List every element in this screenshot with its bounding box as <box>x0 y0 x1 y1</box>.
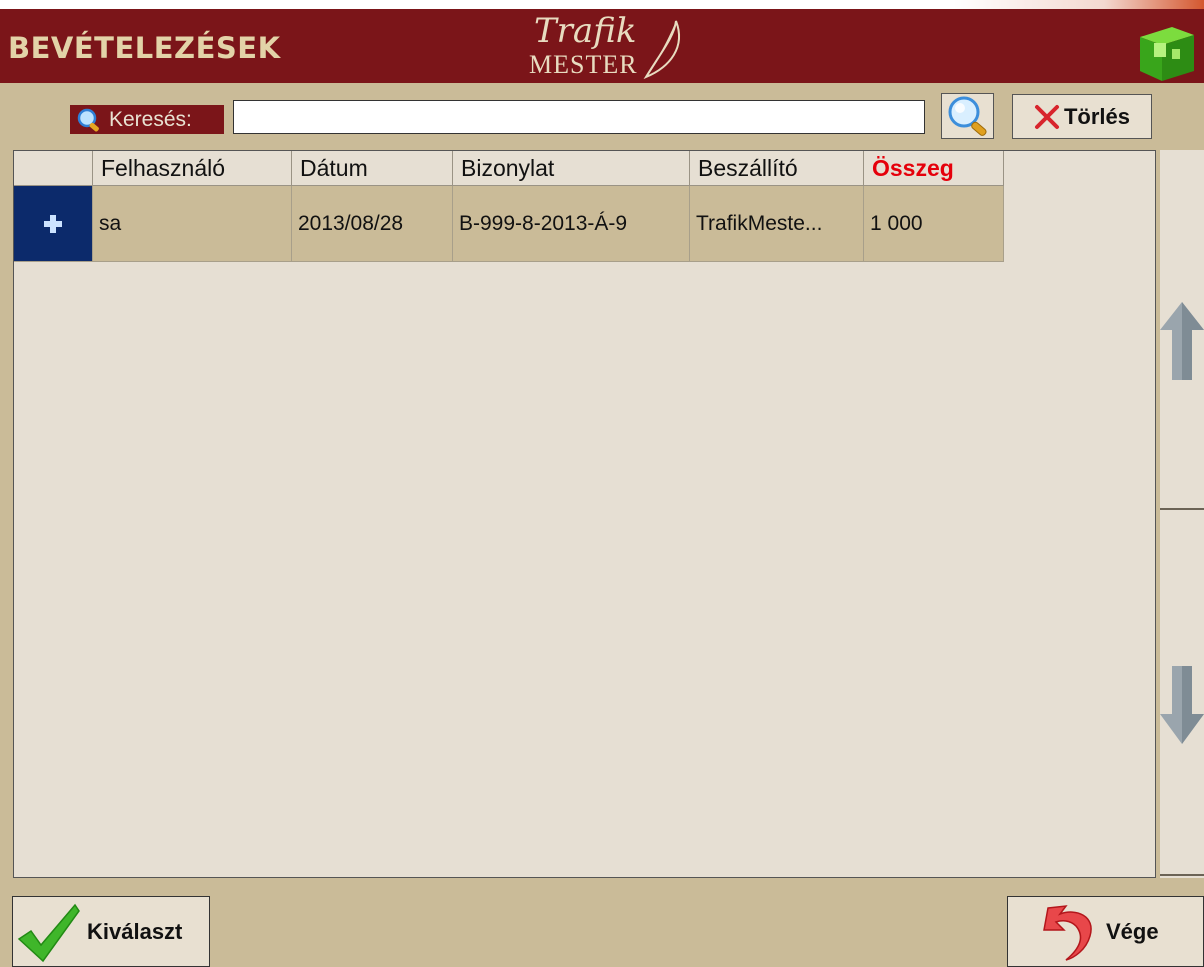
table-header: Felhasználó Dátum Bizonylat Beszállító Ö… <box>14 151 1004 186</box>
column-header-indicator <box>14 151 93 186</box>
search-bar: Keresés: Törlés <box>0 90 1204 146</box>
top-strip <box>0 0 1204 9</box>
red-x-icon <box>1034 104 1059 129</box>
logo-leaf-icon <box>643 20 681 80</box>
trafik-mester-logo: Trafik MESTER <box>520 9 690 83</box>
cell-user[interactable]: sa <box>93 186 292 262</box>
clear-button[interactable]: Törlés <box>1012 94 1152 139</box>
column-header-document[interactable]: Bizonylat <box>453 151 690 186</box>
scroll-separator <box>1160 508 1204 510</box>
column-header-user[interactable]: Felhasználó <box>93 151 292 186</box>
red-back-arrow-icon <box>1043 904 1092 961</box>
end-button-label: Vége <box>1106 918 1159 944</box>
search-label-text: Keresés: <box>109 107 192 131</box>
cell-amount[interactable]: 1 000 <box>864 186 1004 262</box>
select-button-label: Kiválaszt <box>87 918 183 944</box>
receipts-table: Felhasználó Dátum Bizonylat Beszállító Ö… <box>13 150 1156 878</box>
app-window: BEVÉTELEZÉSEK Trafik MESTER Keresés: Tör… <box>0 0 1204 967</box>
scroll-up-arrow-icon[interactable] <box>1160 300 1204 384</box>
cell-supplier[interactable]: TrafikMeste... <box>690 186 864 262</box>
end-button[interactable]: Vége <box>1007 896 1204 967</box>
header-bar: BEVÉTELEZÉSEK Trafik MESTER <box>0 9 1204 83</box>
search-button[interactable] <box>941 93 994 139</box>
plus-icon <box>44 214 62 233</box>
table-row[interactable]: sa 2013/08/28 B-999-8-2013-Á-9 TrafikMes… <box>14 186 1004 262</box>
search-icon <box>77 108 103 132</box>
cell-document[interactable]: B-999-8-2013-Á-9 <box>453 186 690 262</box>
scroll-bottom-edge <box>1160 874 1204 876</box>
page-title: BEVÉTELEZÉSEK <box>8 31 281 65</box>
search-label-box: Keresés: <box>70 105 224 134</box>
cell-date[interactable]: 2013/08/28 <box>292 186 453 262</box>
column-header-supplier[interactable]: Beszállító <box>690 151 864 186</box>
checkmark-icon <box>17 903 80 962</box>
search-input[interactable] <box>233 100 925 134</box>
clear-button-label: Törlés <box>1063 103 1131 129</box>
select-button[interactable]: Kiválaszt <box>12 896 210 967</box>
scroll-down-arrow-icon[interactable] <box>1160 662 1204 746</box>
logo-sub-text: MESTER <box>529 50 638 79</box>
scroll-panel <box>1160 150 1204 878</box>
top-strip-decoration <box>954 0 1204 9</box>
magnifier-icon <box>948 96 987 136</box>
green-cube-icon[interactable] <box>1134 23 1198 88</box>
logo-script-text: Trafik <box>534 11 637 51</box>
column-header-date[interactable]: Dátum <box>292 151 453 186</box>
row-indicator[interactable] <box>14 186 93 262</box>
column-header-amount[interactable]: Összeg <box>864 151 1004 186</box>
